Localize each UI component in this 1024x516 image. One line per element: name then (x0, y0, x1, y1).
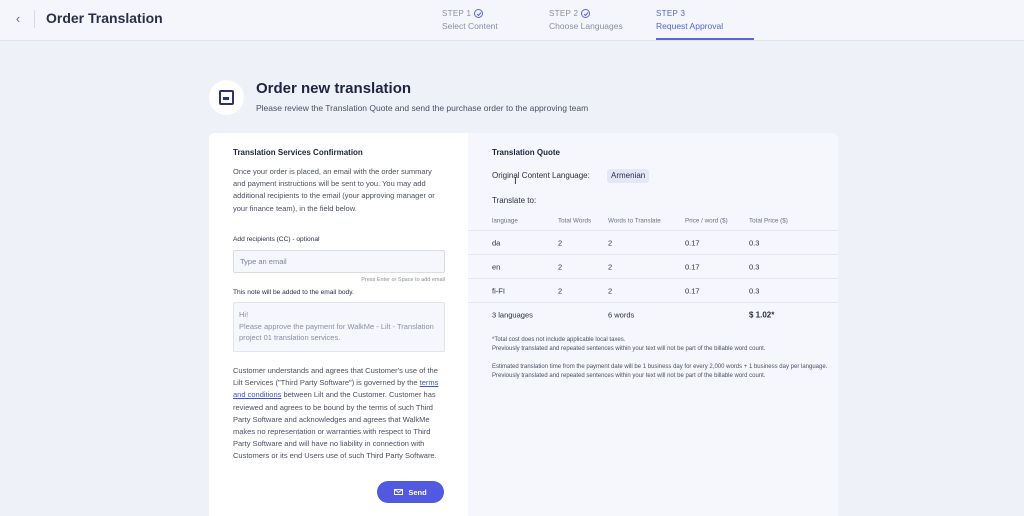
terms-before: Customer understands and agrees that Cus… (233, 366, 438, 388)
tax-note: *Total cost does not include applicable … (492, 337, 626, 343)
repeat-note: Previously translated and repeated sente… (492, 346, 766, 352)
row-price-per-word: 0.17 (685, 262, 700, 271)
col-price-per-word: Price / word ($) (685, 217, 728, 224)
step-2[interactable]: STEP 2 Choose Languages (549, 8, 623, 31)
page-subtitle: Please review the Translation Quote and … (256, 103, 589, 113)
repeat-note-2: Previously translated and repeated sente… (492, 373, 766, 379)
total-languages: 3 languages (492, 310, 533, 320)
col-language: language (492, 217, 518, 224)
step-2-label: Choose Languages (549, 21, 623, 31)
total-words: 6 words (608, 310, 635, 320)
translate-to-label: Translate to: (492, 196, 537, 205)
step-1-number: STEP 1 (442, 9, 472, 18)
email-note-field[interactable]: Hi! Please approve the payment for WalkM… (233, 302, 445, 352)
table-header: language Total Words Words to Translate … (468, 211, 838, 231)
row-words-to-translate: 2 (608, 286, 613, 295)
check-circle-icon (581, 9, 591, 18)
row-total-words: 2 (558, 286, 563, 295)
terms-after: between Lilt and the Customer. Customer … (233, 390, 437, 461)
text-cursor-icon: I (514, 176, 517, 187)
col-words-to-translate: Words to Translate (608, 217, 661, 224)
row-language: en (492, 262, 501, 271)
table-row: fi-FI 2 2 0.17 0.3 (468, 279, 838, 303)
table-total-row: 3 languages 6 words $ 1.02* (468, 303, 838, 327)
lilt-logo (209, 80, 244, 115)
divider (34, 10, 35, 28)
row-language: da (492, 238, 501, 247)
cc-label: Add recipients (CC) - optional (233, 236, 320, 243)
row-price-per-word: 0.17 (685, 286, 700, 295)
note-label: This note will be added to the email bod… (233, 289, 354, 296)
row-language: fi-FI (492, 286, 505, 295)
row-price-per-word: 0.17 (685, 238, 700, 247)
original-language-label: Original Content Language: (492, 171, 590, 180)
send-button[interactable]: Send (377, 481, 444, 503)
col-total-words: Total Words (558, 217, 592, 224)
step-3-label: Request Approval (656, 21, 724, 31)
app-title: Order Translation (46, 10, 163, 26)
quote-title: Translation Quote (492, 148, 561, 157)
check-circle-icon (474, 9, 484, 18)
row-total-words: 2 (558, 238, 563, 247)
step-3-number: STEP 3 (656, 9, 686, 18)
row-words-to-translate: 2 (608, 262, 613, 271)
row-total-price: 0.3 (749, 262, 760, 271)
send-label: Send (408, 487, 427, 497)
step-2-number: STEP 2 (549, 9, 579, 18)
row-total-price: 0.3 (749, 238, 760, 247)
page-title: Order new translation (256, 80, 412, 97)
total-price: $ 1.02* (749, 310, 775, 320)
table-row: da 2 2 0.17 0.3 (468, 231, 838, 255)
order-card: Translation Services Confirmation Once y… (209, 133, 838, 516)
active-step-indicator (656, 38, 754, 40)
terms-text: Customer understands and agrees that Cus… (233, 365, 445, 463)
back-chevron-icon[interactable]: ‹ (10, 11, 26, 27)
table-row: en 2 2 0.17 0.3 (468, 255, 838, 279)
email-input[interactable] (233, 250, 445, 273)
mail-icon (394, 489, 404, 495)
confirmation-title: Translation Services Confirmation (233, 148, 363, 157)
email-hint: Press Enter or Space to add email (361, 277, 445, 283)
row-total-price: 0.3 (749, 286, 760, 295)
step-1-label: Select Content (442, 21, 498, 31)
row-total-words: 2 (558, 262, 563, 271)
logo-icon (219, 90, 234, 105)
step-3[interactable]: STEP 3 Request Approval (656, 8, 723, 31)
col-total-price: Total Price ($) (749, 217, 788, 224)
original-language-badge: Armenian (607, 169, 650, 183)
step-1[interactable]: STEP 1 Select Content (442, 8, 498, 31)
note-greeting: Hi! (239, 310, 249, 319)
quote-panel: Translation Quote Original Content Langu… (468, 133, 838, 516)
quote-notes: *Total cost does not include applicable … (492, 336, 838, 381)
confirmation-text: Once your order is placed, an email with… (233, 167, 435, 213)
row-words-to-translate: 2 (608, 238, 613, 247)
top-bar: ‹ Order Translation STEP 1 Select Conten… (0, 0, 1024, 41)
quote-table: language Total Words Words to Translate … (468, 211, 838, 327)
note-body: Please approve the payment for WalkMe - … (239, 321, 434, 343)
time-note: Estimated translation time from the paym… (492, 364, 828, 370)
